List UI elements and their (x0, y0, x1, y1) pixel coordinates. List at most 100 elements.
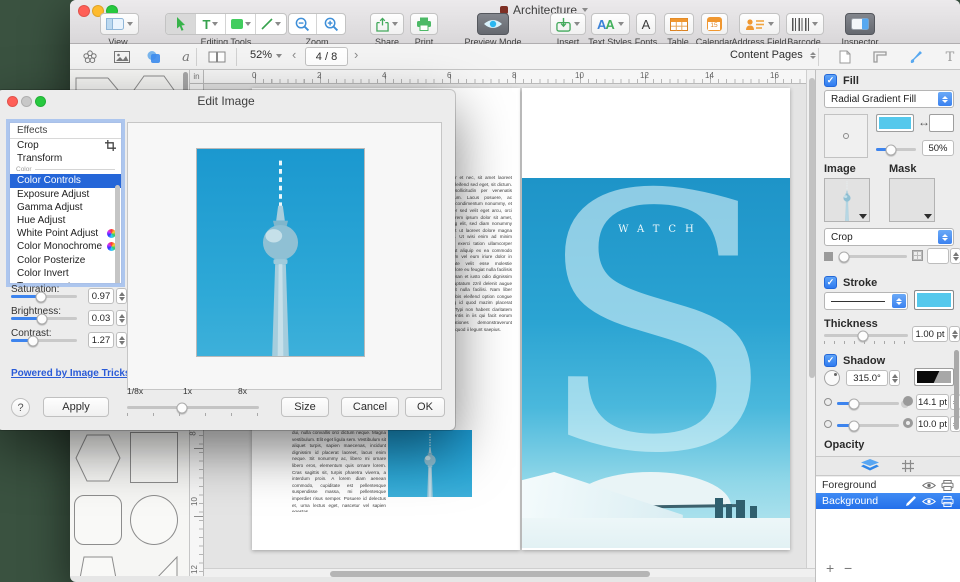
address-field-button[interactable] (739, 13, 780, 35)
shape-item-hexagon[interactable] (75, 433, 121, 483)
page-number-field[interactable]: 4 / 8 (305, 47, 348, 66)
print-button[interactable] (410, 13, 438, 35)
add-layer-button[interactable]: + (826, 560, 834, 576)
gradient-color-start-swatch[interactable] (876, 114, 914, 132)
fill-type-select[interactable]: Radial Gradient Fill (824, 90, 954, 108)
clipart-library-button[interactable] (80, 48, 100, 66)
visibility-eye-icon[interactable] (922, 497, 936, 506)
fonts-button[interactable]: A (636, 13, 657, 35)
shadow-angle-stepper[interactable] (889, 370, 900, 386)
preview-zoom-slider[interactable] (127, 406, 259, 409)
shapes-library-button[interactable] (144, 48, 164, 66)
layer-row-background[interactable]: Background (816, 493, 960, 509)
shape-item-polyline[interactable] (128, 70, 178, 90)
shape-item-trapezoid[interactable] (74, 556, 122, 576)
next-page-button[interactable]: › (354, 47, 358, 62)
powered-by-link[interactable]: Powered by Image Tricks (11, 368, 131, 379)
inspector-tab-text[interactable]: T (941, 48, 959, 66)
mask-well[interactable] (889, 178, 935, 222)
zoom-in-button[interactable] (317, 14, 345, 34)
effect-item-hue-adjust[interactable]: Hue Adjust (10, 214, 121, 227)
image-library-button[interactable] (112, 48, 132, 66)
image-well[interactable] (824, 178, 870, 222)
layer-row-foreground[interactable]: Foreground (816, 477, 960, 493)
previous-page-button[interactable]: ‹ (292, 47, 296, 62)
brightness-stepper[interactable] (116, 310, 127, 326)
scrollbar-thumb[interactable] (809, 78, 815, 378)
zoom-out-button[interactable] (289, 14, 317, 34)
gradient-editor[interactable] (824, 114, 868, 158)
saturation-field[interactable]: 0.97 (88, 288, 114, 304)
text-styles-button[interactable]: A A (591, 13, 630, 35)
inspector-tab-document[interactable] (836, 48, 854, 66)
gradient-center-handle[interactable] (843, 133, 849, 139)
image-well-dropdown-icon[interactable] (859, 214, 867, 219)
calendar-button[interactable]: 15 (701, 13, 728, 35)
effects-list[interactable]: Effects Crop Transform Color Color Contr… (9, 122, 122, 284)
vertical-scrollbar[interactable] (806, 70, 815, 568)
shape-item-square[interactable] (130, 432, 178, 483)
effect-item-gamma-adjust[interactable]: Gamma Adjust (10, 201, 121, 214)
share-button[interactable] (370, 13, 404, 35)
thickness-slider[interactable] (824, 334, 908, 337)
inspector-scrollbar[interactable] (954, 350, 959, 430)
gradient-color-end-swatch[interactable] (929, 114, 954, 132)
contrast-field[interactable]: 1.27 (88, 332, 114, 348)
apply-button[interactable]: Apply (43, 397, 109, 417)
barcode-button[interactable] (786, 13, 824, 35)
page-right[interactable]: S WATCH (522, 88, 790, 550)
inspector-tab-appearance[interactable] (907, 48, 925, 66)
gradient-radius-slider[interactable] (876, 148, 916, 151)
crop-scale-stepper[interactable] (950, 248, 960, 264)
pages-mode-select[interactable]: Content Pages (730, 49, 816, 61)
shape-item-rounded-square[interactable] (74, 495, 122, 545)
crop-scale-field[interactable] (927, 248, 949, 264)
shadow-blur-slider[interactable] (837, 424, 899, 427)
contrast-slider[interactable] (11, 339, 77, 342)
placed-tower-photo[interactable] (388, 430, 472, 497)
inspector-button[interactable] (845, 13, 875, 35)
title-chevron-icon[interactable] (582, 8, 588, 12)
stroke-style-select[interactable] (824, 292, 908, 310)
line-tool-button[interactable] (256, 14, 286, 34)
fill-opacity-field[interactable]: 50% (922, 140, 954, 156)
printable-icon[interactable] (941, 496, 954, 507)
shadow-angle-field[interactable]: 315.0° (846, 370, 888, 386)
grid-tab-icon[interactable] (901, 459, 915, 473)
visibility-eye-icon[interactable] (922, 481, 936, 490)
preview-mode-button[interactable] (477, 13, 509, 35)
help-button[interactable]: ? (11, 398, 30, 417)
shadow-offset-slider[interactable] (837, 402, 899, 405)
shape-tool-button[interactable] (226, 14, 256, 34)
printable-icon[interactable] (941, 480, 954, 491)
stroke-color-swatch[interactable] (914, 290, 954, 310)
fill-checkbox[interactable]: ✓ (824, 74, 837, 87)
shadow-offset-field[interactable]: 14.1 pt (916, 394, 949, 410)
close-button[interactable] (78, 5, 90, 17)
shape-item-circle[interactable] (130, 495, 178, 545)
body-text-column[interactable]: dui, nulla convallis orci dictum neque. … (292, 430, 386, 512)
saturation-stepper[interactable] (116, 288, 127, 304)
effect-item-color-controls[interactable]: Color Controls (10, 174, 121, 187)
table-button[interactable] (664, 13, 694, 35)
cancel-button[interactable]: Cancel (341, 397, 399, 417)
contrast-stepper[interactable] (116, 332, 127, 348)
inspector-tab-geometry[interactable] (871, 48, 889, 66)
shadow-color-swatch[interactable] (914, 368, 954, 386)
ruler-unit[interactable]: in (190, 70, 204, 84)
view-button[interactable] (100, 13, 139, 35)
ok-button[interactable]: OK (405, 397, 445, 417)
mask-well-dropdown-icon[interactable] (924, 214, 932, 219)
effect-item-exposure-adjust[interactable]: Exposure Adjust (10, 188, 121, 201)
effect-item-transform[interactable]: Transform (10, 152, 121, 165)
insert-button[interactable] (550, 13, 586, 35)
cover-photo[interactable]: S WATCH (522, 178, 790, 548)
text-library-button[interactable]: a (176, 48, 196, 66)
preview-tower-photo[interactable] (197, 149, 364, 356)
stroke-checkbox[interactable]: ✓ (824, 276, 837, 289)
shadow-blur-field[interactable]: 10.0 pt (916, 416, 949, 432)
effect-item-crop[interactable]: Crop (10, 139, 121, 152)
thickness-field[interactable]: 1.00 pt (912, 326, 948, 342)
effect-item-color-posterize[interactable]: Color Posterize (10, 254, 121, 267)
zoom-level-select[interactable]: 52% (250, 49, 282, 61)
